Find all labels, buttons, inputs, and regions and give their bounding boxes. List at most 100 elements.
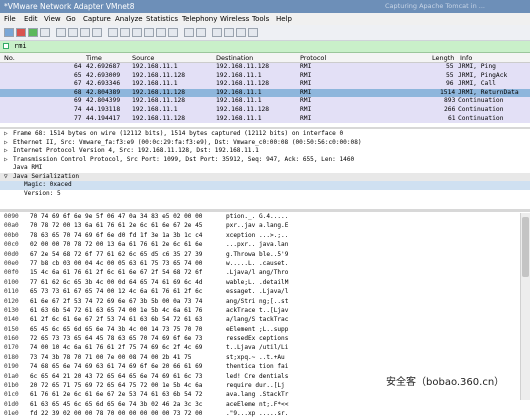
bytes-row[interactable]: 0120 61 6e 67 2f 53 74 72 69 6e 67 3b 5b … bbox=[0, 298, 530, 307]
bytes-row[interactable]: 0150 65 45 6c 65 6d 65 6e 74 3b 4c 00 14 … bbox=[0, 326, 530, 335]
zoom-in-icon[interactable] bbox=[212, 28, 222, 37]
col-info[interactable]: Info bbox=[460, 54, 472, 62]
detail-row[interactable]: ▷ Transmission Control Protocol, Src Por… bbox=[0, 156, 530, 165]
byte-offset: 0090 bbox=[4, 213, 19, 220]
bytes-row[interactable]: 00d0 67 2e 54 68 72 6f 77 61 62 6c 65 d5 … bbox=[0, 251, 530, 260]
reload-icon[interactable] bbox=[92, 28, 102, 37]
byte-offset: 01b0 bbox=[4, 382, 19, 390]
detail-row[interactable]: ▷ Internet Protocol Version 4, Src: 192.… bbox=[0, 147, 530, 156]
expand-arrow-icon[interactable]: ▷ bbox=[4, 130, 8, 137]
packet-row[interactable]: 74 44.193118 192.168.11.1 192.168.11.128… bbox=[0, 105, 530, 115]
save-file-icon[interactable] bbox=[68, 28, 78, 37]
restart-capture-icon[interactable] bbox=[28, 28, 38, 37]
menu-tools[interactable]: Tools bbox=[252, 15, 269, 23]
scrollbar-thumb[interactable] bbox=[522, 217, 529, 277]
packet-destination: 192.168.11.1 bbox=[216, 97, 262, 105]
first-packet-icon[interactable] bbox=[156, 28, 166, 37]
expand-arrow-icon[interactable]: ▷ bbox=[4, 156, 8, 163]
bytes-row[interactable]: 01e0 fd 22 39 02 00 00 78 70 00 00 00 00 … bbox=[0, 410, 530, 419]
col-no[interactable]: No. bbox=[4, 54, 15, 62]
start-capture-icon[interactable] bbox=[4, 28, 14, 37]
packet-length: 266 bbox=[444, 105, 456, 113]
detail-row[interactable]: Java RMI bbox=[0, 164, 530, 173]
bytes-scrollbar[interactable] bbox=[520, 213, 530, 400]
close-file-icon[interactable] bbox=[80, 28, 90, 37]
find-packet-icon[interactable] bbox=[108, 28, 118, 37]
expand-arrow-icon[interactable]: ▷ bbox=[4, 139, 8, 146]
col-length[interactable]: Length bbox=[432, 54, 454, 62]
stop-capture-icon[interactable] bbox=[16, 28, 26, 37]
packet-row-selected[interactable]: 68 42.804389 192.168.11.128 192.168.11.1… bbox=[0, 88, 530, 98]
colorize-icon[interactable] bbox=[196, 28, 206, 37]
col-protocol[interactable]: Protocol bbox=[300, 54, 326, 62]
packet-row[interactable]: 77 44.194417 192.168.11.128 192.168.11.1… bbox=[0, 114, 530, 124]
byte-hex: fd 22 39 02 00 00 78 70 00 00 00 00 00 7… bbox=[30, 410, 203, 418]
packet-time: 42.804389 bbox=[86, 88, 121, 96]
zoom-out-icon[interactable] bbox=[224, 28, 234, 37]
byte-ascii: a/lang/S tackTrac bbox=[226, 316, 289, 324]
bytes-row[interactable]: 00e0 77 b8 cb 03 00 04 4c 00 05 63 61 75 … bbox=[0, 260, 530, 269]
bookmark-icon[interactable] bbox=[3, 43, 9, 49]
bytes-row[interactable]: 0170 74 00 10 4c 6a 61 76 61 2f 75 74 69 … bbox=[0, 344, 530, 353]
menu-analyze[interactable]: Analyze bbox=[115, 15, 143, 23]
normal-size-icon[interactable] bbox=[236, 28, 246, 37]
bytes-row[interactable]: 0130 61 63 6b 54 72 61 63 65 74 00 1e 5b … bbox=[0, 307, 530, 316]
menu-wireless[interactable]: Wireless bbox=[220, 15, 249, 23]
bytes-row[interactable]: 01d0 61 63 65 45 6c 65 6d 65 6e 74 3b 02 … bbox=[0, 401, 530, 410]
pane-splitter[interactable] bbox=[0, 127, 530, 129]
menu-edit[interactable]: Edit bbox=[24, 15, 38, 23]
bytes-row[interactable]: 0140 61 2f 6c 61 6e 67 2f 53 74 61 63 6b … bbox=[0, 316, 530, 325]
packet-source: 192.168.11.128 bbox=[132, 88, 186, 96]
col-time[interactable]: Time bbox=[86, 54, 102, 62]
packet-row[interactable]: 67 42.693346 192.168.11.1 192.168.11.128… bbox=[0, 80, 530, 89]
col-source[interactable]: Source bbox=[132, 54, 154, 62]
byte-hex: 65 73 73 61 67 65 74 00 12 4c 6a 61 76 6… bbox=[30, 288, 203, 296]
byte-ascii: aceEleme nt;.F*<< bbox=[226, 400, 289, 408]
detail-row[interactable]: ▷ Ethernet II, Src: Vmware_fa:f3:e9 (00:… bbox=[0, 139, 530, 148]
bytes-row[interactable]: 0190 74 68 65 6e 74 69 63 61 74 69 6f 6e … bbox=[0, 363, 530, 372]
detail-subrow[interactable]: Version: 5 bbox=[0, 190, 530, 199]
menu-file[interactable]: File bbox=[4, 15, 16, 23]
bytes-row[interactable]: 01c0 61 76 61 2e 6c 61 6e 67 2e 53 74 61 … bbox=[0, 391, 530, 400]
byte-offset: 0110 bbox=[4, 288, 19, 296]
menu-help[interactable]: Help bbox=[276, 15, 292, 23]
autoscroll-icon[interactable] bbox=[184, 28, 194, 37]
detail-row[interactable]: ▷ Frame 68: 1514 bytes on wire (12112 bi… bbox=[0, 130, 530, 139]
bytes-row[interactable]: 0160 72 65 73 73 65 64 45 78 63 65 70 74 … bbox=[0, 335, 530, 344]
byte-ascii: g.Throwa ble..5'9 bbox=[226, 250, 289, 258]
menu-view[interactable]: View bbox=[44, 15, 61, 23]
packet-row[interactable]: 64 42.692687 192.168.11.1 192.168.11.128… bbox=[0, 63, 530, 72]
detail-row[interactable]: ▽ Java Serialization bbox=[0, 172, 530, 181]
detail-subrow[interactable]: Magic: 0xaced bbox=[0, 181, 530, 190]
menu-go[interactable]: Go bbox=[66, 15, 76, 23]
go-back-icon[interactable] bbox=[120, 28, 130, 37]
packet-destination: 192.168.11.128 bbox=[216, 80, 270, 88]
collapse-arrow-icon[interactable]: ▽ bbox=[4, 173, 8, 180]
open-file-icon[interactable] bbox=[56, 28, 66, 37]
bytes-row[interactable]: 00f0 15 4c 6a 61 76 61 2f 6c 61 6e 67 2f … bbox=[0, 269, 530, 278]
packet-row[interactable]: 65 42.693009 192.168.11.128 192.168.11.1… bbox=[0, 71, 530, 81]
packet-row[interactable]: 69 42.804399 192.168.11.128 192.168.11.1… bbox=[0, 97, 530, 106]
menu-telephony[interactable]: Telephony bbox=[182, 15, 217, 23]
bytes-row[interactable]: 0180 73 74 3b 78 70 71 00 7e 00 08 74 00 … bbox=[0, 354, 530, 363]
options-icon[interactable] bbox=[40, 28, 50, 37]
bytes-row[interactable]: 00b0 78 63 65 70 74 69 6f 6e d0 fd 1f 3e … bbox=[0, 232, 530, 241]
expand-arrow-icon[interactable]: ▷ bbox=[4, 147, 8, 154]
last-packet-icon[interactable] bbox=[168, 28, 178, 37]
bytes-row[interactable]: 0110 65 73 73 61 67 65 74 00 12 4c 6a 61 … bbox=[0, 288, 530, 297]
menu-capture[interactable]: Capture bbox=[83, 15, 111, 23]
byte-hex: 02 00 00 70 78 72 00 13 6a 61 76 61 2e 6… bbox=[30, 241, 203, 249]
display-filter-input[interactable]: rmi bbox=[14, 42, 27, 50]
bytes-row[interactable]: 0100 77 61 62 6c 65 3b 4c 00 0d 64 65 74 … bbox=[0, 279, 530, 288]
byte-hex: 78 63 65 70 74 69 6f 6e d0 fd 1f 3e 1a 3… bbox=[30, 231, 203, 239]
col-destination[interactable]: Destination bbox=[216, 54, 253, 62]
go-to-packet-icon[interactable] bbox=[144, 28, 154, 37]
bytes-row[interactable]: 00c0 02 00 00 70 78 72 00 13 6a 61 76 61 … bbox=[0, 241, 530, 250]
menu-statistics[interactable]: Statistics bbox=[146, 15, 178, 23]
pane-splitter[interactable] bbox=[0, 209, 530, 212]
bytes-row[interactable]: 00a0 70 78 72 00 13 6a 61 76 61 2e 6c 61 … bbox=[0, 222, 530, 231]
bytes-row[interactable]: 0090 70 74 69 6f 6e 9e 5f 06 47 0a 34 83 … bbox=[0, 213, 530, 222]
blurred-title-text: Capturing Apache Tomcat in ... bbox=[385, 2, 485, 10]
go-forward-icon[interactable] bbox=[132, 28, 142, 37]
resize-columns-icon[interactable] bbox=[248, 28, 258, 37]
